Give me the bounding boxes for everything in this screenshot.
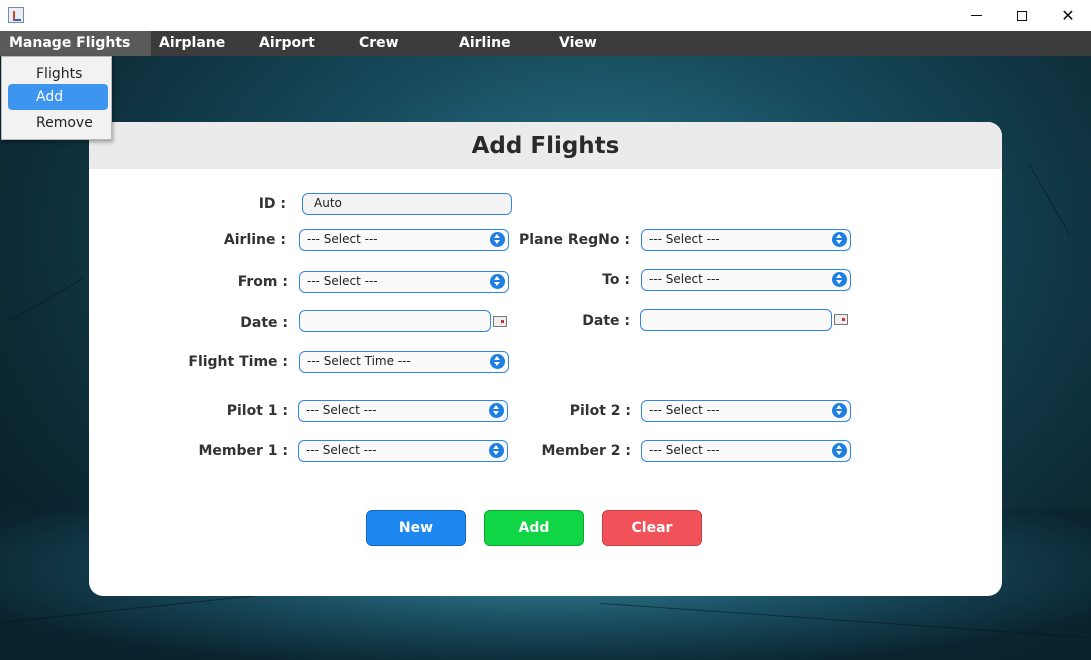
member2-label: Member 2 :: [541, 443, 631, 459]
pilot2-label: Pilot 2 :: [569, 403, 631, 419]
plane-regno-label: Plane RegNo :: [519, 232, 630, 248]
close-button[interactable]: ✕: [1045, 0, 1091, 31]
pilot1-label: Pilot 1 :: [226, 403, 288, 419]
menu-airport[interactable]: Airport: [259, 31, 315, 56]
date-label-right: Date :: [582, 313, 630, 329]
new-button[interactable]: New: [366, 510, 466, 546]
plane-regno-select-value: --- Select ---: [649, 232, 720, 246]
dropdown-arrow-icon: [490, 232, 505, 247]
date-input-left[interactable]: [299, 310, 491, 332]
pilot1-select-value: --- Select ---: [306, 403, 377, 417]
window-title-bar: ✕: [0, 0, 1091, 32]
flight-time-select[interactable]: --- Select Time ---: [299, 351, 509, 373]
date-label-left: Date :: [240, 315, 288, 331]
minimize-button[interactable]: [953, 0, 999, 31]
java-app-icon: [8, 7, 24, 23]
member2-select[interactable]: --- Select ---: [641, 440, 851, 462]
member1-select[interactable]: --- Select ---: [298, 440, 508, 462]
id-field[interactable]: Auto: [302, 193, 512, 215]
airline-select[interactable]: --- Select ---: [299, 229, 509, 251]
dropdown-arrow-icon: [832, 272, 847, 287]
id-label: ID :: [258, 196, 286, 212]
menu-view[interactable]: View: [559, 31, 597, 56]
menu-manage-flights[interactable]: Manage Flights: [0, 31, 151, 56]
calendar-icon[interactable]: [834, 314, 848, 325]
dropdown-arrow-icon: [489, 443, 504, 458]
clear-button[interactable]: Clear: [602, 510, 702, 546]
maximize-button[interactable]: [999, 0, 1045, 31]
from-select-value: --- Select ---: [307, 274, 378, 288]
airline-label: Airline :: [223, 232, 286, 248]
menu-crew[interactable]: Crew: [359, 31, 399, 56]
to-label: To :: [602, 272, 630, 288]
member1-select-value: --- Select ---: [306, 443, 377, 457]
to-select-value: --- Select ---: [649, 272, 720, 286]
menu-bar: Manage Flights Airplane Airport Crew Air…: [0, 31, 1091, 56]
menu-airplane[interactable]: Airplane: [159, 31, 225, 56]
flight-time-label: Flight Time :: [188, 354, 288, 370]
date-input-right[interactable]: [640, 309, 832, 331]
dropdown-arrow-icon: [489, 403, 504, 418]
add-flights-panel: Add Flights ID : Auto Airline : --- Sele…: [89, 122, 1002, 596]
menu-airline[interactable]: Airline: [459, 31, 511, 56]
dropdown-arrow-icon: [832, 232, 847, 247]
dropdown-item-remove[interactable]: Remove: [8, 110, 108, 136]
manage-flights-dropdown: Flights Add Remove: [1, 56, 112, 140]
pilot2-select-value: --- Select ---: [649, 403, 720, 417]
calendar-icon[interactable]: [493, 316, 507, 327]
from-label: From :: [237, 274, 288, 290]
dropdown-item-add[interactable]: Add: [8, 84, 108, 110]
pilot1-select[interactable]: --- Select ---: [298, 400, 508, 422]
page-title: Add Flights: [471, 133, 620, 159]
maximize-icon: [1017, 10, 1027, 21]
add-button[interactable]: Add: [484, 510, 584, 546]
plane-regno-select[interactable]: --- Select ---: [641, 229, 851, 251]
minimize-icon: [970, 15, 982, 16]
airline-select-value: --- Select ---: [307, 232, 378, 246]
member1-label: Member 1 :: [198, 443, 288, 459]
dropdown-arrow-icon: [490, 354, 505, 369]
dropdown-arrow-icon: [832, 403, 847, 418]
to-select[interactable]: --- Select ---: [641, 269, 851, 291]
member2-select-value: --- Select ---: [649, 443, 720, 457]
flight-time-select-value: --- Select Time ---: [307, 354, 411, 368]
from-select[interactable]: --- Select ---: [299, 271, 509, 293]
close-icon: ✕: [1061, 6, 1075, 25]
dropdown-arrow-icon: [832, 443, 847, 458]
dropdown-arrow-icon: [490, 274, 505, 289]
pilot2-select[interactable]: --- Select ---: [641, 400, 851, 422]
